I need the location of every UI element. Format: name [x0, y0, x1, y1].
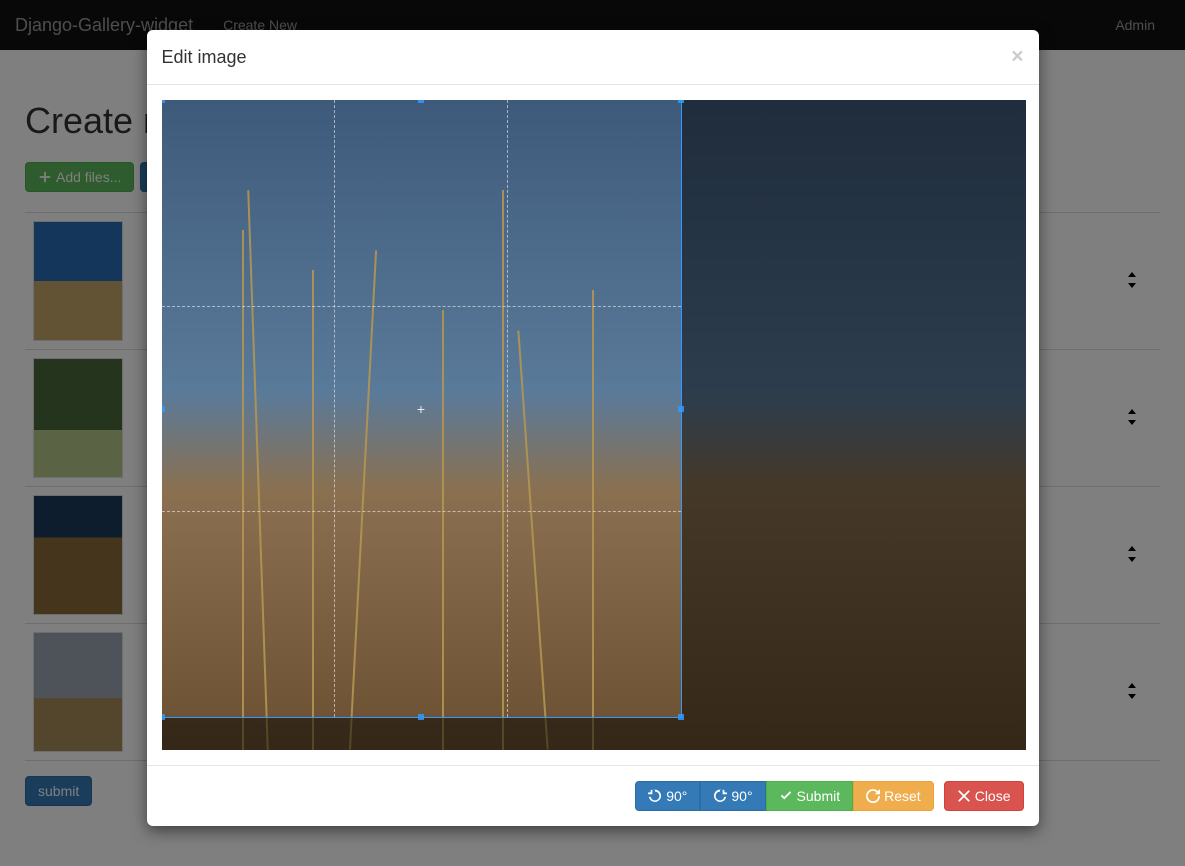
crop-submit-label: Submit: [797, 788, 841, 804]
crop-handle-sw[interactable]: [162, 714, 165, 720]
crop-handle-w[interactable]: [162, 406, 165, 412]
modal-title: Edit image: [162, 47, 247, 68]
crop-handle-n[interactable]: [418, 100, 424, 103]
crop-handle-nw[interactable]: [162, 100, 165, 103]
rotate-ccw-icon: [648, 789, 662, 803]
crop-grid-line: [162, 306, 681, 307]
reset-label: Reset: [884, 788, 921, 804]
modal-footer: 90° 90° Submit Reset Close: [147, 765, 1039, 826]
rotate-cw-icon: [713, 789, 727, 803]
crop-grid-line: [162, 511, 681, 512]
crop-dim-bottom: [162, 717, 681, 750]
crop-center-icon: +: [415, 403, 427, 415]
modal-body: +: [147, 85, 1039, 765]
rotate-cw-label: 90°: [731, 788, 752, 804]
crop-handle-ne[interactable]: [678, 100, 684, 103]
crop-handle-se[interactable]: [678, 714, 684, 720]
refresh-icon: [866, 789, 880, 803]
close-label: Close: [975, 788, 1011, 804]
crop-grid-line: [334, 100, 335, 717]
rotate-ccw-label: 90°: [666, 788, 687, 804]
crop-handle-s[interactable]: [418, 714, 424, 720]
modal-close-x[interactable]: ×: [1011, 45, 1023, 69]
modal-header: Edit image ×: [147, 30, 1039, 85]
crop-handle-e[interactable]: [678, 406, 684, 412]
crop-box[interactable]: +: [162, 100, 681, 717]
rotate-cw-button[interactable]: 90°: [700, 781, 765, 811]
crop-canvas[interactable]: +: [162, 100, 1026, 750]
crop-dim-right: [681, 100, 1026, 750]
crop-submit-button[interactable]: Submit: [766, 781, 854, 811]
crop-grid-line: [507, 100, 508, 717]
rotate-ccw-button[interactable]: 90°: [635, 781, 700, 811]
edit-image-modal: Edit image × +: [147, 30, 1039, 826]
close-icon: [957, 789, 971, 803]
close-button[interactable]: Close: [944, 781, 1024, 811]
check-icon: [779, 789, 793, 803]
reset-button[interactable]: Reset: [853, 781, 934, 811]
